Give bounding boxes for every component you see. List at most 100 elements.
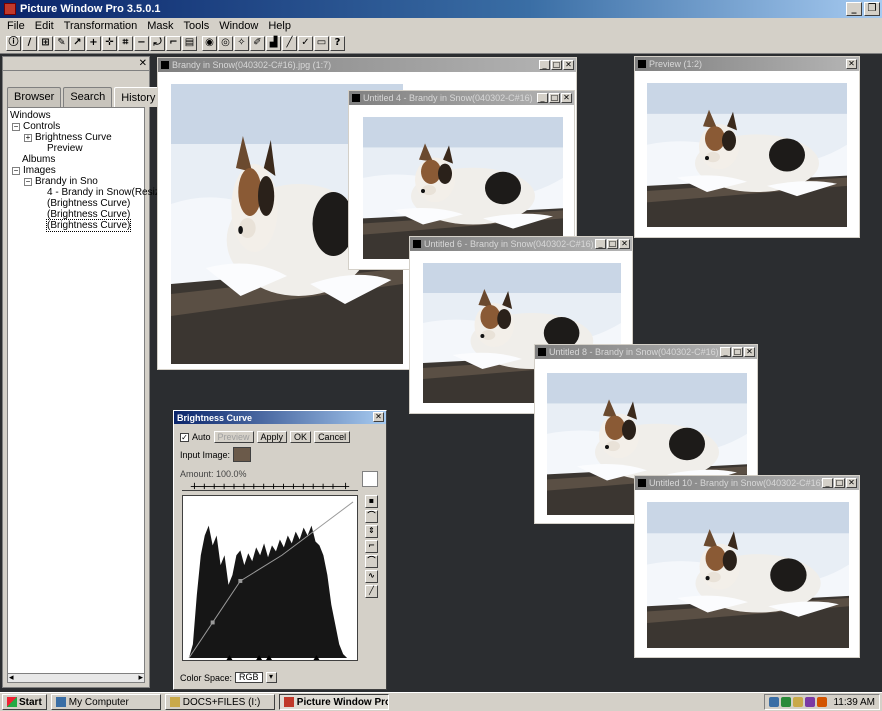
chevron-down-icon[interactable]: ▾ bbox=[265, 672, 277, 683]
input-image-thumbnail[interactable] bbox=[233, 447, 252, 462]
menu-tools[interactable]: Tools bbox=[179, 20, 215, 32]
untitled10-photo[interactable] bbox=[647, 502, 849, 648]
menu-mask[interactable]: Mask bbox=[142, 20, 178, 32]
minus-icon[interactable]: − bbox=[134, 36, 149, 51]
wand-icon[interactable]: ✧ bbox=[234, 36, 249, 51]
tab-history[interactable]: History bbox=[114, 87, 163, 107]
menu-file[interactable]: File bbox=[2, 20, 30, 32]
grid-icon[interactable]: ⊞ bbox=[38, 36, 53, 51]
stack-icon[interactable]: ▤ bbox=[182, 36, 197, 51]
update-icon[interactable] bbox=[805, 697, 816, 707]
curve-shape-icon[interactable]: ⌒ bbox=[365, 510, 378, 523]
color-space-select[interactable]: RGB bbox=[235, 672, 263, 683]
crop-icon[interactable]: ⌐ bbox=[166, 36, 181, 51]
panel-grip[interactable]: ✕ bbox=[3, 57, 149, 71]
eyedropper-icon[interactable]: ╱ bbox=[365, 585, 378, 598]
maximize-button[interactable]: □ bbox=[549, 93, 560, 103]
fill-icon[interactable]: ▟ bbox=[266, 36, 281, 51]
tree-item-bc2[interactable]: (Brightness Curve) bbox=[10, 209, 142, 220]
eyedropper-black-icon[interactable]: ▪ bbox=[365, 495, 378, 508]
preview-photo[interactable] bbox=[647, 83, 847, 227]
tree-item-controls[interactable]: − Controls bbox=[10, 121, 142, 132]
help-icon[interactable]: ? bbox=[330, 36, 345, 51]
preview-window[interactable]: Preview (1:2) ✕ bbox=[634, 56, 860, 238]
curve-up-icon[interactable]: ⌒ bbox=[365, 555, 378, 568]
tree-item-albums[interactable]: Albums bbox=[10, 154, 142, 165]
window-titlebar[interactable]: Untitled 8 - Brandy in Snow(040302-C#16)… bbox=[535, 345, 757, 359]
pen-icon[interactable]: ∕ bbox=[22, 36, 37, 51]
tab-browser[interactable]: Browser bbox=[7, 87, 62, 107]
minimize-button[interactable]: _ bbox=[822, 478, 833, 488]
swap-icon[interactable]: ⇕ bbox=[365, 525, 378, 538]
maximize-button[interactable]: □ bbox=[551, 60, 562, 70]
expand-icon[interactable]: − bbox=[12, 167, 20, 175]
close-button[interactable]: ✕ bbox=[619, 239, 630, 249]
close-button[interactable]: ✕ bbox=[563, 60, 574, 70]
tree-item-windows[interactable]: Windows bbox=[10, 110, 142, 121]
curve-s-icon[interactable]: ∿ bbox=[365, 570, 378, 583]
window-titlebar[interactable]: Brandy in Snow(040302-C#16).jpg (1:7) _ □… bbox=[158, 58, 576, 72]
apply-button[interactable]: Apply bbox=[256, 431, 288, 443]
network-icon[interactable] bbox=[769, 697, 780, 707]
crosshair-icon[interactable]: ✛ bbox=[102, 36, 117, 51]
tree-item-resize[interactable]: 4 - Brandy in Snow(Resize) bbox=[10, 187, 169, 198]
close-button[interactable]: ✕ bbox=[561, 93, 572, 103]
tab-search[interactable]: Search bbox=[63, 87, 113, 107]
auto-checkbox[interactable]: ✓ bbox=[180, 432, 189, 442]
expand-icon[interactable]: + bbox=[24, 134, 32, 142]
expand-icon[interactable]: − bbox=[12, 123, 20, 131]
restore-button[interactable]: ❐ bbox=[864, 2, 880, 16]
cancel-button[interactable]: Cancel bbox=[314, 431, 351, 443]
eye-icon[interactable]: ◉ bbox=[202, 36, 217, 51]
window-titlebar[interactable]: Untitled 4 - Brandy in Snow(040302-C#16)… bbox=[349, 91, 574, 105]
amount-slider[interactable] bbox=[182, 481, 358, 491]
horizontal-scrollbar[interactable] bbox=[7, 672, 145, 683]
minimize-button[interactable]: _ bbox=[537, 93, 548, 103]
minimize-button[interactable]: _ bbox=[720, 347, 731, 357]
minimize-button[interactable]: _ bbox=[846, 2, 862, 16]
close-button[interactable]: ✕ bbox=[373, 412, 384, 422]
tree-item-preview[interactable]: Preview bbox=[10, 143, 142, 154]
menu-edit[interactable]: Edit bbox=[30, 20, 59, 32]
tree-item-brightness-curve[interactable]: + Brightness Curve bbox=[10, 132, 142, 143]
window-titlebar[interactable]: Untitled 10 - Brandy in Snow(040302-C#16… bbox=[635, 476, 859, 490]
battery-icon[interactable] bbox=[817, 697, 828, 707]
window-titlebar[interactable]: Preview (1:2) ✕ bbox=[635, 57, 859, 71]
task-picture-window[interactable]: Picture Window Pro 3... bbox=[278, 694, 389, 710]
untitled10-window[interactable]: Untitled 10 - Brandy in Snow(040302-C#16… bbox=[634, 475, 860, 658]
volume-icon[interactable] bbox=[793, 697, 804, 707]
pencil-icon[interactable]: ✐ bbox=[250, 36, 265, 51]
line-icon[interactable]: ╱ bbox=[282, 36, 297, 51]
menu-help[interactable]: Help bbox=[263, 20, 296, 32]
close-icon[interactable]: ✕ bbox=[139, 58, 147, 69]
rotate-icon[interactable]: ⤾ bbox=[150, 36, 165, 51]
security-icon[interactable] bbox=[781, 697, 792, 707]
menu-transformation[interactable]: Transformation bbox=[59, 20, 143, 32]
maximize-button[interactable]: □ bbox=[732, 347, 743, 357]
tree-item-images[interactable]: − Images bbox=[10, 165, 142, 176]
dialog-titlebar[interactable]: Brightness Curve ✕ bbox=[174, 411, 386, 424]
plus-icon[interactable]: + bbox=[86, 36, 101, 51]
close-button[interactable]: ✕ bbox=[846, 59, 857, 69]
maximize-button[interactable]: □ bbox=[607, 239, 618, 249]
expand-icon[interactable]: − bbox=[24, 178, 32, 186]
task-my-computer[interactable]: My Computer bbox=[50, 694, 161, 710]
color-swatch[interactable] bbox=[362, 471, 378, 487]
start-button[interactable]: Start bbox=[2, 694, 47, 710]
arrow-icon[interactable]: ↗ bbox=[70, 36, 85, 51]
menu-window[interactable]: Window bbox=[214, 20, 263, 32]
maximize-button[interactable]: □ bbox=[834, 478, 845, 488]
close-button[interactable]: ✕ bbox=[744, 347, 755, 357]
tree-item-bc3[interactable]: (Brightness Curve) bbox=[45, 219, 132, 232]
tree-item-brandy[interactable]: − Brandy in Sno bbox=[10, 176, 142, 187]
window-titlebar[interactable]: Untitled 6 - Brandy in Snow(040302-C#16)… bbox=[410, 237, 632, 251]
tree-item-bc1[interactable]: (Brightness Curve) bbox=[10, 198, 142, 209]
close-button[interactable]: ✕ bbox=[846, 478, 857, 488]
frame-icon[interactable]: ▭ bbox=[314, 36, 329, 51]
info-icon[interactable]: ⓘ bbox=[6, 36, 21, 51]
step-icon[interactable]: ⌐ bbox=[365, 540, 378, 553]
minimize-button[interactable]: _ bbox=[595, 239, 606, 249]
histogram-curve-area[interactable] bbox=[182, 495, 358, 661]
task-docs-files[interactable]: DOCS+FILES (I:) bbox=[164, 694, 275, 710]
ok-button[interactable]: OK bbox=[290, 431, 312, 443]
